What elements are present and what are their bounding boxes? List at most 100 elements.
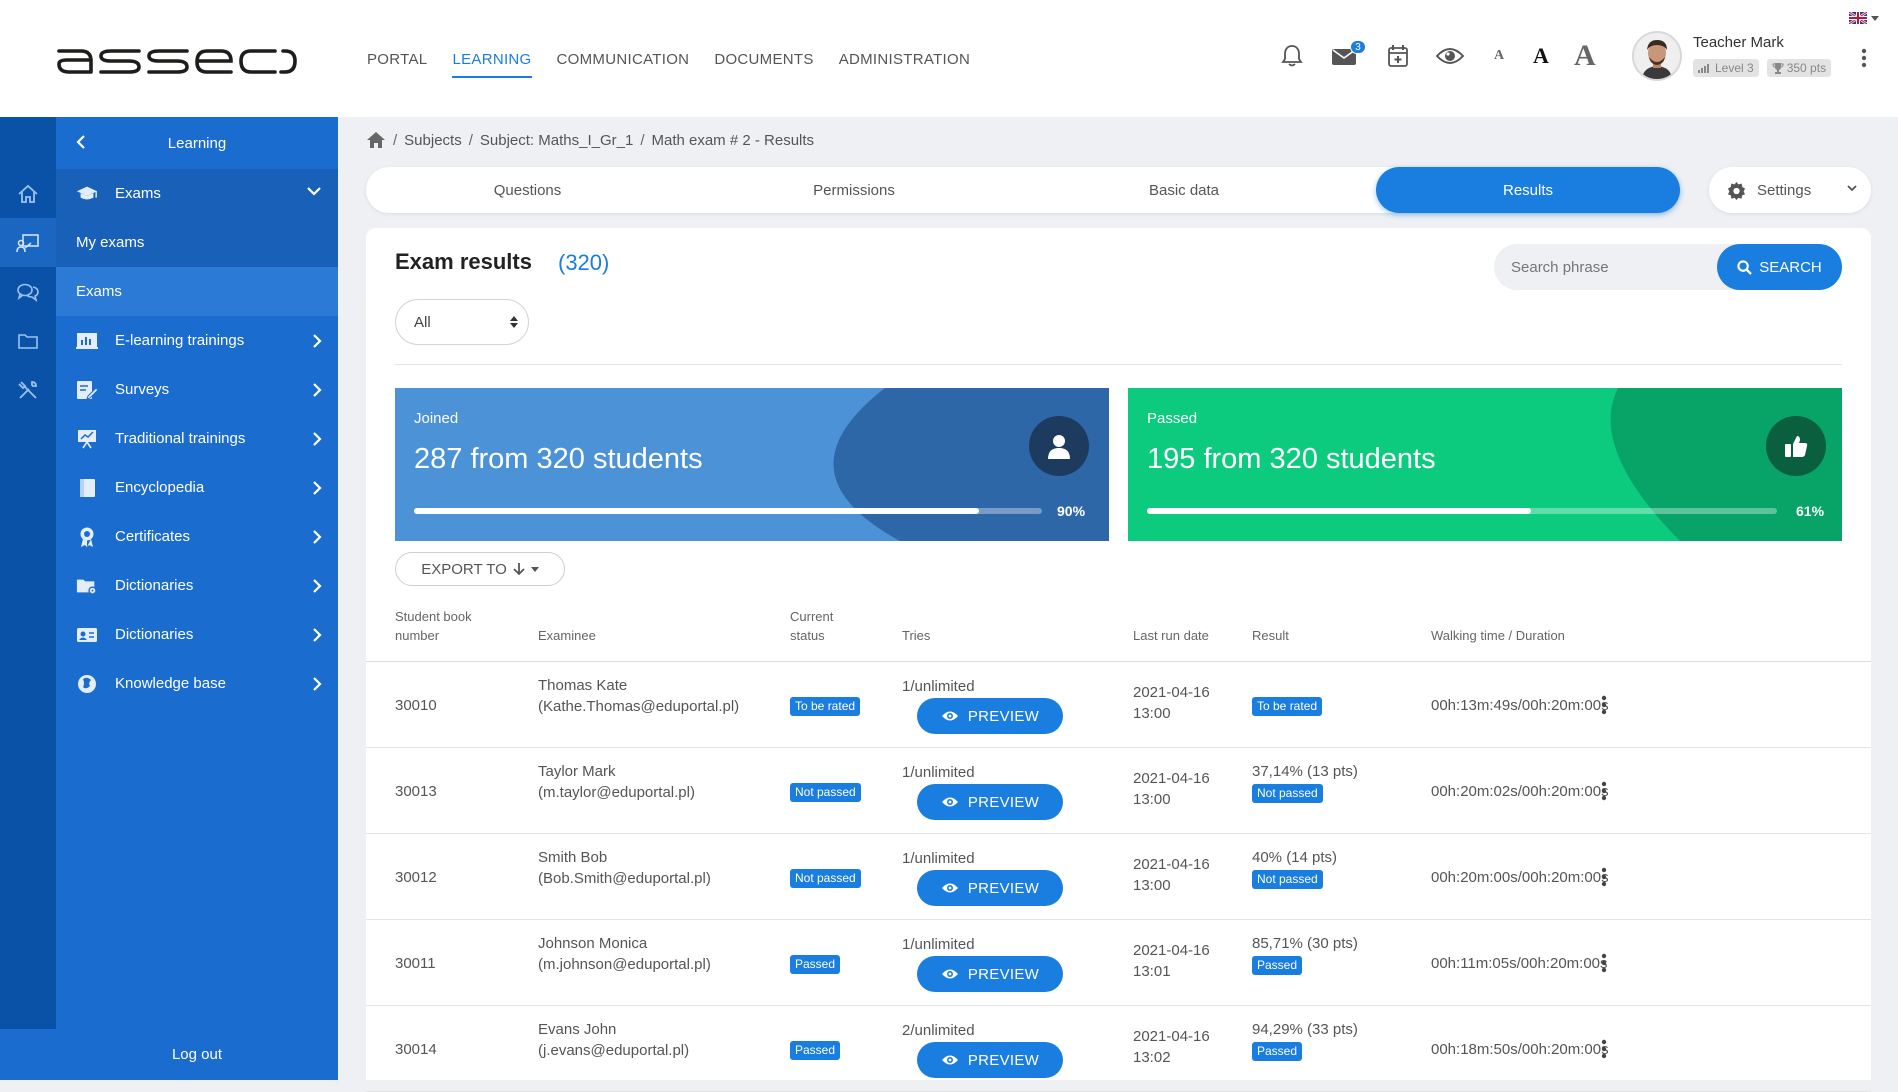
bell-icon[interactable] [1276, 40, 1308, 72]
column-header-walking-time[interactable]: Walking time / Duration [1431, 626, 1565, 645]
sidebar: Learning Exams My exams Exams E-learning… [56, 117, 338, 1080]
passed-stat-card: Passed 195 from 320 students 61% [1128, 388, 1842, 541]
asseco-logo[interactable] [55, 42, 297, 76]
logout-button[interactable]: Log out [56, 1029, 338, 1080]
last-run-time: 13:00 [1133, 705, 1171, 722]
row-more-icon[interactable] [1601, 867, 1607, 887]
chevron-left-icon[interactable] [76, 134, 86, 150]
column-header-tries[interactable]: Tries [902, 626, 930, 645]
result-badge-cell: To be rated [1252, 695, 1323, 716]
user-name[interactable]: Teacher Mark [1693, 34, 1784, 51]
nav-communication[interactable]: COMMUNICATION [557, 51, 690, 78]
result-badge-cell: Not passed [1252, 868, 1323, 889]
column-header-result[interactable]: Result [1252, 626, 1289, 645]
preview-button[interactable]: PREVIEW [917, 1042, 1063, 1078]
export-to-button[interactable]: EXPORT TO [395, 552, 565, 586]
top-bar: PORTAL LEARNING COMMUNICATION DOCUMENTS … [0, 0, 1898, 117]
home-icon[interactable] [366, 131, 386, 149]
breadcrumb-current: Math exam # 2 - Results [651, 131, 815, 149]
sidebar-item-surveys[interactable]: Surveys [56, 365, 338, 414]
preview-label: PREVIEW [967, 707, 1040, 725]
preview-button[interactable]: PREVIEW [917, 698, 1063, 734]
points-text: 350 pts [1786, 61, 1827, 75]
tab-basic-data[interactable]: Basic data [1019, 167, 1349, 213]
book-number-cell: 30012 [395, 869, 437, 886]
font-size-large[interactable]: A [1574, 39, 1596, 72]
examinee-email: (Kathe.Thomas@eduportal.pl) [538, 698, 740, 715]
sidebar-item-exams-list[interactable]: Exams [56, 267, 338, 316]
tab-permissions[interactable]: Permissions [689, 167, 1019, 213]
nav-portal[interactable]: PORTAL [367, 51, 427, 78]
sidebar-item-certificates[interactable]: Certificates [56, 512, 338, 561]
table-row: 30011 Johnson Monica (m.johnson@eduporta… [366, 920, 1871, 1006]
sidebar-item-my-exams[interactable]: My exams [56, 218, 338, 267]
more-menu-icon[interactable] [1861, 48, 1867, 68]
sidebar-item-dictionaries[interactable]: Dictionaries [56, 561, 338, 610]
tab-results[interactable]: Results [1376, 167, 1680, 213]
column-header-status[interactable]: Current status [790, 607, 833, 645]
sidebar-item-exams[interactable]: Exams [56, 169, 338, 218]
examinee-name[interactable]: Johnson Monica [538, 933, 647, 954]
calendar-add-icon[interactable] [1382, 40, 1414, 72]
sidebar-item-traditional-trainings[interactable]: Traditional trainings [56, 414, 338, 463]
tab-questions[interactable]: Questions [366, 167, 689, 213]
rail-documents[interactable] [0, 316, 56, 365]
search-button[interactable]: SEARCH [1717, 244, 1842, 290]
divider [395, 364, 1842, 365]
rail-communication[interactable] [0, 267, 56, 316]
preview-button[interactable]: PREVIEW [917, 870, 1063, 906]
sidebar-item-encyclopedia[interactable]: Encyclopedia [56, 463, 338, 512]
sidebar-item-elearning[interactable]: E-learning trainings [56, 316, 338, 365]
rail-administration[interactable] [0, 365, 56, 414]
tries-cell: 1/unlimited [902, 764, 975, 781]
row-more-icon[interactable] [1601, 1039, 1607, 1059]
row-more-icon[interactable] [1601, 953, 1607, 973]
column-header-book-number[interactable]: Student book number [395, 607, 472, 645]
tries-cell: 1/unlimited [902, 678, 975, 695]
rail-home[interactable] [0, 169, 56, 218]
last-run-date: 2021-04-16 [1133, 770, 1210, 787]
nav-learning[interactable]: LEARNING [452, 51, 532, 78]
preview-button[interactable]: PREVIEW [917, 956, 1063, 992]
column-header-examinee[interactable]: Examinee [538, 626, 596, 645]
language-selector[interactable] [1849, 12, 1879, 24]
sidebar-item-label: Certificates [115, 528, 191, 545]
results-card: Exam results (320) SEARCH All Joined 287… [366, 228, 1871, 1092]
chat-icon [17, 283, 39, 302]
search-input[interactable] [1494, 244, 1741, 290]
status-badge: To be rated [790, 697, 861, 716]
examinee-name[interactable]: Taylor Mark [538, 761, 616, 782]
stat-value: 287 from 320 students [414, 443, 703, 475]
nav-administration[interactable]: ADMINISTRATION [839, 51, 970, 78]
user-badges: Level 3 350 pts [1693, 59, 1832, 77]
search-label: SEARCH [1759, 258, 1822, 276]
settings-dropdown[interactable]: Settings [1709, 167, 1871, 213]
gear-icon [1727, 181, 1746, 200]
font-size-small[interactable]: A [1494, 40, 1504, 72]
uk-flag-icon [1849, 12, 1867, 24]
eye-icon[interactable] [1434, 40, 1466, 72]
mail-count-badge: 3 [1350, 40, 1366, 54]
breadcrumb-subject[interactable]: Subject: Maths_I_Gr_1 [480, 132, 633, 149]
mail-icon[interactable]: 3 [1328, 40, 1366, 72]
status-filter-select[interactable]: All [395, 299, 529, 345]
thumbs-up-icon [1766, 416, 1826, 476]
result-score: 37,14% (13 pts) [1252, 763, 1358, 780]
column-header-last-run[interactable]: Last run date [1133, 626, 1209, 645]
preview-button[interactable]: PREVIEW [917, 784, 1063, 820]
row-more-icon[interactable] [1601, 781, 1607, 801]
rail-learning[interactable] [0, 218, 56, 267]
chevron-down-icon [306, 186, 322, 196]
avatar[interactable] [1632, 31, 1682, 81]
breadcrumb-subjects[interactable]: Subjects [404, 132, 462, 149]
examinee-name[interactable]: Thomas Kate [538, 675, 627, 696]
sidebar-item-dictionaries-2[interactable]: Dictionaries [56, 610, 338, 659]
row-more-icon[interactable] [1601, 695, 1607, 715]
font-size-medium[interactable]: A [1533, 40, 1549, 72]
nav-documents[interactable]: DOCUMENTS [714, 51, 813, 78]
chevron-right-icon [312, 627, 322, 643]
settings-label: Settings [1757, 181, 1812, 199]
sidebar-item-knowledge-base[interactable]: Knowledge base [56, 659, 338, 708]
examinee-name[interactable]: Evans John [538, 1019, 616, 1040]
examinee-name[interactable]: Smith Bob [538, 847, 607, 868]
